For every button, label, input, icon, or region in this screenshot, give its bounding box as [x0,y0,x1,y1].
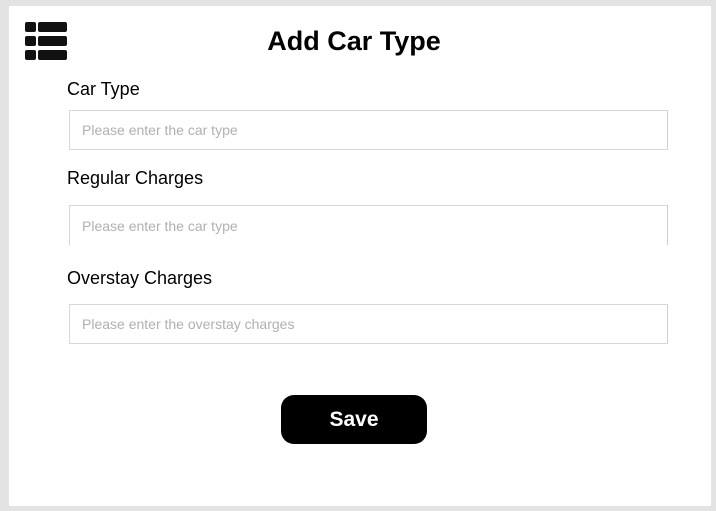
regular-charges-input[interactable] [69,205,668,245]
save-button[interactable]: Save [281,395,427,444]
page-title: Add Car Type [267,26,441,56]
overstay-charges-input[interactable] [69,304,668,344]
form-card: Add Car Type Car Type Regular Charges Ov… [9,6,711,506]
regular-charges-label: Regular Charges [67,168,204,188]
car-type-input[interactable] [69,110,668,150]
overstay-charges-label: Overstay Charges [67,268,213,288]
car-type-label: Car Type [67,79,140,99]
